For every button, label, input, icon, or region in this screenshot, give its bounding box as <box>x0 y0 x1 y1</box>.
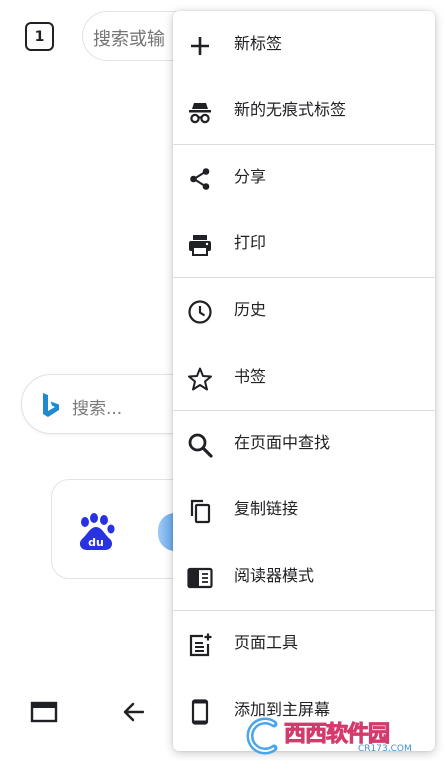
overflow-menu: 新标签 新的无痕式标签 分享 打印 历史 书签 在页面中查找 复制链接 阅读器模… <box>173 11 435 751</box>
menu-item-label: 在页面中查找 <box>234 433 331 452</box>
menu-item-label: 页面工具 <box>234 633 299 652</box>
menu-divider <box>173 277 435 278</box>
copy-icon <box>187 498 213 524</box>
clock-icon <box>187 299 213 325</box>
menu-item-label: 新的无痕式标签 <box>234 100 347 119</box>
printer-icon <box>187 232 213 258</box>
incognito-icon <box>187 99 213 125</box>
star-icon <box>187 366 213 392</box>
menu-item-history[interactable]: 历史 <box>173 284 435 338</box>
search-icon <box>187 432 213 458</box>
menu-divider <box>173 610 435 611</box>
menu-item-bookmarks[interactable]: 书签 <box>173 351 435 405</box>
tab-overview-icon[interactable] <box>30 700 58 724</box>
share-icon <box>187 166 213 192</box>
watermark-url: CR173.COM <box>358 744 412 754</box>
menu-item-copy-link[interactable]: 复制链接 <box>173 483 435 537</box>
page-tools-icon <box>187 632 213 658</box>
menu-item-label: 复制链接 <box>234 499 299 518</box>
bing-search-placeholder: 搜索... <box>72 399 123 419</box>
plus-icon <box>187 33 213 59</box>
menu-item-new-incognito-tab[interactable]: 新的无痕式标签 <box>173 84 435 138</box>
site-watermark: 西西软件园 CR173.COM <box>240 712 440 760</box>
menu-divider <box>173 410 435 411</box>
bing-logo-icon <box>43 393 59 417</box>
tab-switcher-button[interactable]: 1 <box>25 22 54 51</box>
address-bar-placeholder: 搜索或输 <box>93 29 165 50</box>
menu-item-print[interactable]: 打印 <box>173 217 435 271</box>
svg-text:du: du <box>88 536 104 549</box>
menu-item-share[interactable]: 分享 <box>173 151 435 205</box>
menu-item-label: 分享 <box>234 167 267 186</box>
menu-item-new-tab[interactable]: 新标签 <box>173 18 435 72</box>
menu-item-label: 历史 <box>234 300 267 319</box>
reader-mode-icon <box>187 565 213 591</box>
menu-item-find-in-page[interactable]: 在页面中查找 <box>173 417 435 471</box>
menu-item-reader-mode[interactable]: 阅读器模式 <box>173 550 435 604</box>
phone-icon <box>187 699 213 725</box>
menu-item-label: 阅读器模式 <box>234 566 315 585</box>
menu-item-label: 新标签 <box>234 34 283 53</box>
menu-item-label: 打印 <box>234 233 267 252</box>
menu-item-page-tools[interactable]: 页面工具 <box>173 617 435 671</box>
watermark-logo-icon <box>246 717 278 755</box>
baidu-logo-icon[interactable]: du <box>76 513 116 551</box>
menu-item-label: 书签 <box>234 367 267 386</box>
back-arrow-icon[interactable] <box>121 700 147 724</box>
menu-divider <box>173 144 435 145</box>
